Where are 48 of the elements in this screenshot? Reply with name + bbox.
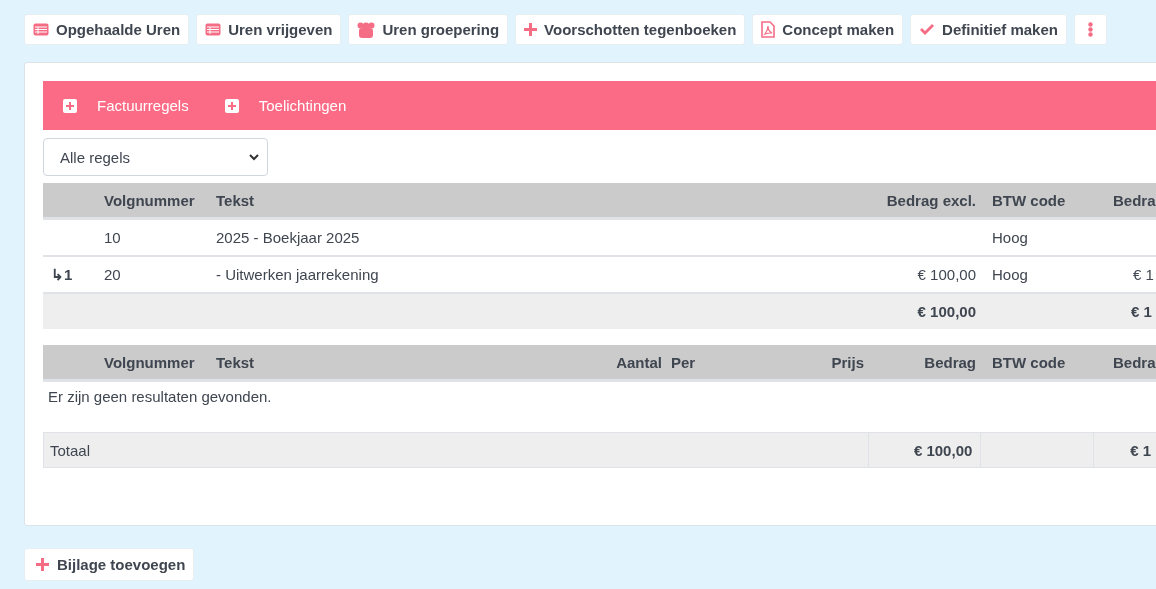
add-attachment-button[interactable]: Bijlage toevoegen xyxy=(24,548,195,581)
list-icon xyxy=(33,23,49,36)
filter-dropdown[interactable]: Alle regels xyxy=(43,138,268,176)
total-cell: € 100,00 xyxy=(917,303,976,320)
column-header: BTW code xyxy=(992,353,1066,371)
table-cell: 2025 - Boekjaar 2025 xyxy=(216,229,360,246)
total-cell: € 1 xyxy=(1131,303,1152,320)
list-icon xyxy=(205,23,222,36)
plus-square-icon xyxy=(224,98,239,113)
toolbar-button[interactable]: Uren vrijgeven xyxy=(196,14,342,45)
total-cell: € 1 xyxy=(1130,441,1151,459)
column-header: Aantal xyxy=(616,353,662,371)
column-header: Prijs xyxy=(831,353,864,371)
total-cell: Totaal xyxy=(50,441,91,459)
column-header: Tekst xyxy=(216,191,255,209)
table-cell: ↳1 xyxy=(51,265,73,284)
toolbar-button[interactable]: Uren groepering xyxy=(348,14,509,45)
more-button[interactable] xyxy=(1073,14,1107,45)
group-icon xyxy=(357,21,376,38)
plus-square-icon xyxy=(63,98,77,113)
chevron-down-icon xyxy=(249,153,259,161)
table-cell: € 100,00 xyxy=(917,266,976,283)
column-header: BTW code xyxy=(992,191,1066,209)
more-icon xyxy=(1087,22,1093,37)
column-header: Volgnummer xyxy=(104,353,195,371)
empty-message: Er zijn geen resultaten gevonden. xyxy=(48,388,272,405)
toolbar-button[interactable]: Opgehaalde Uren xyxy=(24,14,190,45)
plus-icon xyxy=(524,23,538,36)
table-cell: Hoog xyxy=(992,266,1028,283)
check-icon xyxy=(919,23,936,36)
table-cell: - Uitwerken jaarrekening xyxy=(216,266,379,283)
table-cell: Hoog xyxy=(992,229,1028,246)
toolbar-button[interactable]: Concept maken xyxy=(752,14,904,45)
column-header: Volgnummer xyxy=(104,191,195,209)
column-header: Bedrag excl. xyxy=(886,191,976,209)
table-cell: € 1 xyxy=(1133,266,1154,283)
column-header: Bedra xyxy=(1113,191,1156,209)
toolbar-button[interactable]: Voorschotten tegenboeken xyxy=(515,14,746,45)
toolbar-button[interactable]: Definitief maken xyxy=(910,14,1067,45)
plus-icon xyxy=(36,558,49,571)
column-header: Tekst xyxy=(216,353,255,371)
column-header: Bedrag xyxy=(924,353,976,371)
table-cell: 20 xyxy=(104,266,121,283)
column-header: Per xyxy=(671,353,696,371)
table-cell: 10 xyxy=(104,229,121,246)
column-header: Bedra xyxy=(1113,353,1156,371)
total-cell: € 100,00 xyxy=(913,441,973,459)
pdf-file-icon xyxy=(761,21,776,38)
